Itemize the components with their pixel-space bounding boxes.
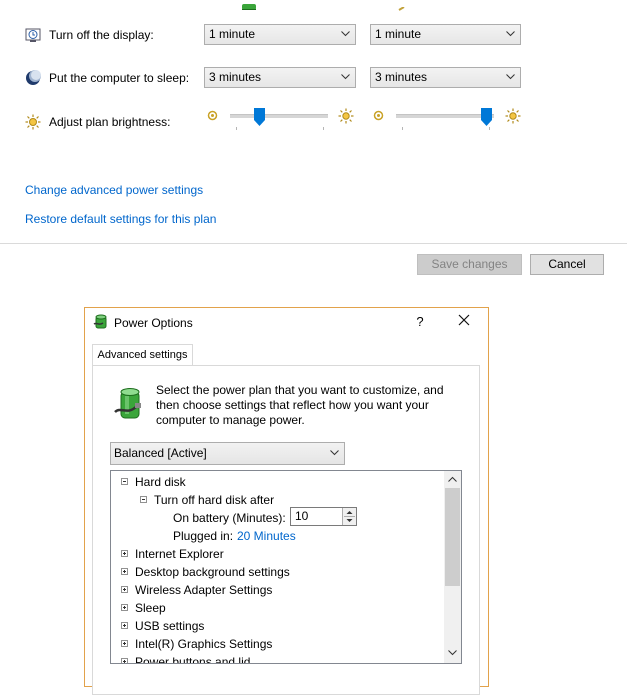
expand-toggle[interactable] [121, 586, 128, 593]
tree-item-category[interactable]: Power buttons and lid [135, 655, 250, 663]
on-battery-label: On battery (Minutes): [173, 511, 286, 525]
sleep-plugged-value: 3 minutes [375, 70, 428, 84]
slider-tick [236, 127, 237, 130]
power-options-dialog: Power Options ? Advanced settings Select… [84, 307, 489, 695]
divider [0, 243, 627, 244]
settings-tree[interactable]: Hard disk Turn off hard disk after On ba… [110, 470, 462, 664]
restore-defaults-link[interactable]: Restore default settings for this plan [25, 212, 216, 226]
display-plugged-select[interactable]: 1 minute [370, 24, 521, 45]
scroll-down-arrow-icon[interactable] [448, 650, 457, 656]
chevron-down-icon [341, 31, 350, 37]
tree-item-hard-disk[interactable]: Hard disk [135, 475, 186, 489]
bright-sun-icon [505, 108, 521, 124]
dialog-description: Select the power plan that you want to c… [156, 383, 456, 428]
save-changes-button[interactable]: Save changes [417, 254, 522, 275]
tree-item-category[interactable]: USB settings [135, 619, 204, 633]
plugged-in-value-link[interactable]: 20 Minutes [237, 529, 296, 543]
collapse-toggle[interactable] [140, 496, 147, 503]
sleep-moon-icon [25, 70, 41, 86]
sleep-battery-value: 3 minutes [209, 70, 262, 84]
tree-item-category[interactable]: Intel(R) Graphics Settings [135, 637, 272, 651]
chevron-down-icon [341, 74, 350, 80]
scroll-thumb[interactable] [445, 488, 460, 586]
on-battery-stepper[interactable]: 10 [290, 507, 357, 526]
sleep-label: Put the computer to sleep: [49, 71, 190, 85]
sleep-battery-select[interactable]: 3 minutes [204, 67, 356, 88]
change-advanced-settings-link[interactable]: Change advanced power settings [25, 183, 203, 197]
cancel-button[interactable]: Cancel [530, 254, 604, 275]
tree-item-category[interactable]: Wireless Adapter Settings [135, 583, 272, 597]
plan-select[interactable]: Balanced [Active] [110, 442, 345, 465]
brightness-battery-slider[interactable] [230, 104, 330, 134]
tree-item-category[interactable]: Desktop background settings [135, 565, 290, 579]
expand-toggle[interactable] [121, 604, 128, 611]
brightness-plugged-slider[interactable] [396, 104, 496, 134]
expand-toggle[interactable] [121, 658, 128, 663]
dim-sun-icon [207, 110, 218, 121]
slider-tick [402, 127, 403, 130]
stepper-buttons[interactable] [342, 508, 356, 525]
tree-item-category[interactable]: Internet Explorer [135, 547, 224, 561]
display-label: Turn off the display: [49, 28, 154, 42]
brightness-sun-icon [25, 114, 41, 130]
expand-toggle[interactable] [121, 550, 128, 557]
plan-select-value: Balanced [Active] [114, 446, 207, 460]
dialog-titlebar[interactable]: Power Options ? [85, 308, 488, 338]
tree-item-category[interactable]: Sleep [135, 601, 166, 615]
help-button[interactable]: ? [414, 314, 426, 329]
battery-plug-icon [113, 386, 147, 422]
description-line: then choose settings that reflect how yo… [156, 398, 429, 412]
display-battery-value: 1 minute [209, 27, 256, 41]
slider-thumb[interactable] [254, 108, 265, 126]
slider-track [396, 114, 494, 118]
display-battery-select[interactable]: 1 minute [204, 24, 356, 45]
display-icon [25, 27, 41, 43]
chevron-down-icon [506, 74, 515, 80]
brightness-label: Adjust plan brightness: [49, 115, 171, 129]
dim-sun-icon [373, 110, 384, 121]
collapse-toggle[interactable] [121, 478, 128, 485]
slider-tick [489, 127, 490, 130]
expand-toggle[interactable] [121, 622, 128, 629]
plug-icon-top [398, 0, 408, 11]
tree-scrollbar[interactable] [444, 471, 461, 663]
slider-tick [323, 127, 324, 130]
chevron-down-icon [330, 450, 339, 456]
tree-item-turn-off-hard-disk[interactable]: Turn off hard disk after [154, 493, 274, 507]
close-icon[interactable] [457, 313, 471, 327]
description-line: computer to manage power. [156, 413, 305, 427]
slider-track [230, 114, 328, 118]
display-plugged-value: 1 minute [375, 27, 422, 41]
expand-toggle[interactable] [121, 568, 128, 575]
plugged-in-label: Plugged in: [173, 529, 234, 543]
scroll-up-arrow-icon[interactable] [448, 476, 457, 482]
chevron-down-icon [506, 31, 515, 37]
tab-advanced-settings[interactable]: Advanced settings [92, 344, 193, 366]
slider-thumb[interactable] [481, 108, 492, 126]
dialog-title: Power Options [114, 316, 193, 330]
on-battery-value: 10 [295, 509, 309, 523]
power-options-icon [93, 314, 109, 330]
description-line: Select the power plan that you want to c… [156, 383, 444, 397]
bright-sun-icon [338, 108, 354, 124]
expand-toggle[interactable] [121, 640, 128, 647]
sleep-plugged-select[interactable]: 3 minutes [370, 67, 521, 88]
battery-icon-top [240, 0, 258, 10]
